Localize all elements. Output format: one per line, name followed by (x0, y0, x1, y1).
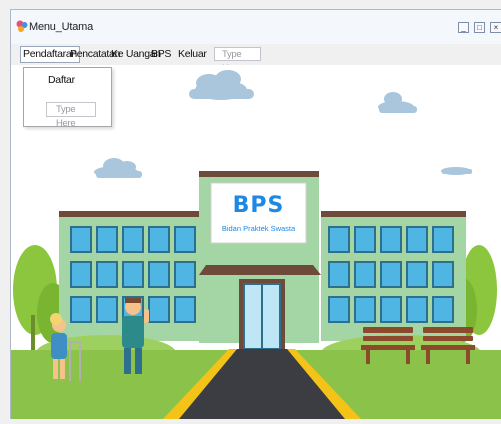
entrance-roof (199, 265, 321, 275)
sign-subtitle: Bidan Praktek Swasta (221, 224, 296, 233)
menu-item-daftar[interactable]: Daftar (48, 74, 75, 86)
main-window: Menu_Utama _ □ × Pendaftaran Pencatatan … (10, 9, 501, 419)
title-bar[interactable]: Menu_Utama _ □ × (11, 10, 501, 44)
menu-bar: Pendaftaran Pencatatan Ke Uangan BPS Kel… (11, 44, 501, 74)
maximize-button[interactable]: □ (474, 22, 485, 33)
app-icon (16, 20, 28, 32)
menu-keluar[interactable]: Keluar (176, 47, 209, 62)
close-icon: × (493, 23, 499, 32)
maximize-icon: □ (477, 23, 482, 32)
menu-bps[interactable]: BPS (149, 47, 173, 62)
close-button[interactable]: × (490, 22, 501, 33)
sign-title: BPS (232, 193, 285, 218)
dropdown-textbox[interactable]: Type Here (46, 102, 96, 129)
window-title: Menu_Utama (29, 21, 94, 33)
windows-right (328, 226, 454, 323)
menu-textbox[interactable]: Type Here (214, 47, 261, 74)
pendaftaran-dropdown: Daftar Type Here (23, 67, 112, 129)
minimize-button[interactable]: _ (458, 22, 469, 33)
minimize-icon: _ (461, 23, 466, 32)
